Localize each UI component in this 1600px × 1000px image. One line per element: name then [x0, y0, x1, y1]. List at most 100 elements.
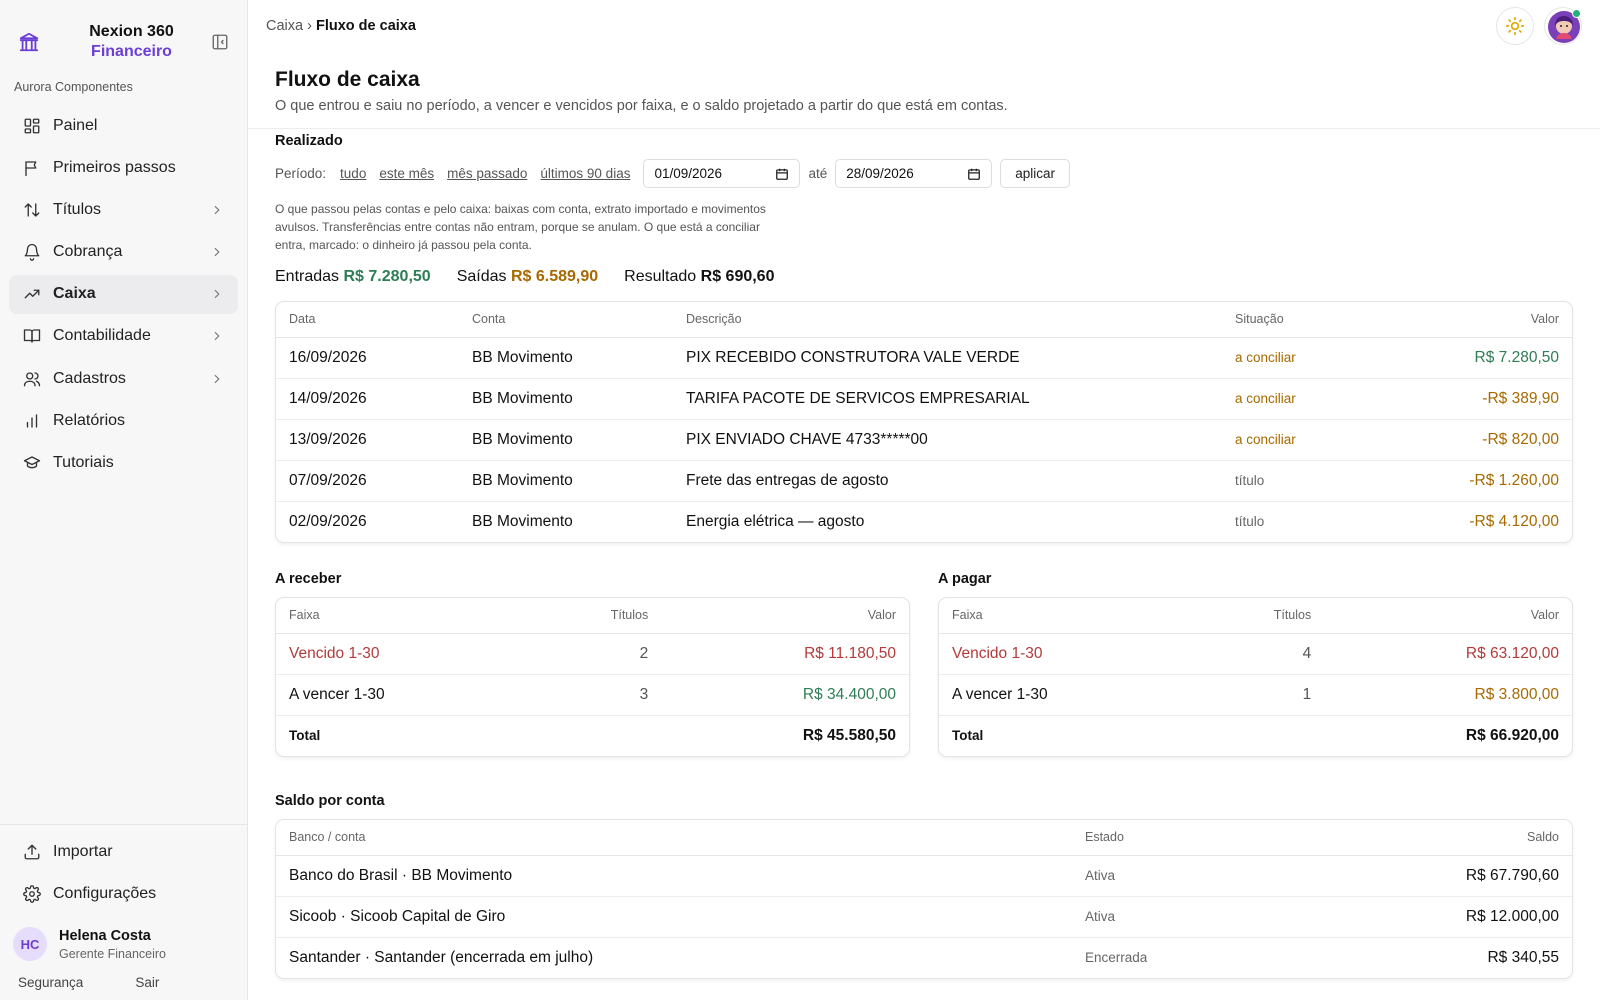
sidebar-item-primeiros-passos[interactable]: Primeiros passos — [9, 148, 238, 187]
table-row[interactable]: 02/09/2026 BB Movimento Energia elétrica —… — [276, 501, 1572, 542]
col-count: Títulos — [529, 598, 662, 634]
sidebar-item-label: Cobrança — [53, 243, 123, 261]
breadcrumb-parent[interactable]: Caixa — [266, 18, 303, 34]
total-row: Total R$ 45.580,50 — [276, 715, 909, 756]
cell-value: R$ 63.120,00 — [1324, 633, 1572, 675]
bar-chart-icon — [26, 414, 38, 428]
table-row[interactable]: Banco do Brasil · BB Movimento Ativa R$ 67… — [276, 855, 1572, 897]
security-link[interactable]: Segurança — [18, 975, 83, 990]
page-subtitle: O que entrou e saiu no período, a vencer… — [275, 98, 1008, 114]
cell-account: BB Movimento — [459, 460, 673, 502]
user-links: Segurança Sair — [9, 969, 238, 990]
balance-table: Banco / conta Estado Saldo Banco do Bras… — [276, 820, 1572, 978]
user-avatar: HC — [13, 927, 47, 961]
total-out-label: Saídas — [456, 268, 507, 285]
balance-body: Banco do Brasil · BB Movimento Ativa R$ 67… — [276, 855, 1572, 978]
table-row[interactable]: 14/09/2026 BB Movimento TARIFA PACOTE DE S… — [276, 378, 1572, 420]
table-row[interactable]: 16/09/2026 BB Movimento PIX RECEBIDO CONST… — [276, 337, 1572, 379]
receivables-card: Faixa Títulos Valor Vencido 1-30 2 R$ 11.1… — [275, 597, 910, 757]
cell-value: R$ 7.280,50 — [1412, 337, 1572, 379]
page-content: Realizado Período: tudo este mês mês pas… — [248, 133, 1600, 979]
total-spacer — [1192, 715, 1324, 756]
col-value[interactable]: Valor — [1412, 302, 1572, 338]
total-label: Total — [289, 728, 321, 744]
profile-avatar[interactable] — [1544, 6, 1582, 45]
col-status[interactable]: Situação — [1222, 302, 1412, 338]
cell-account: BB Movimento — [472, 512, 573, 530]
col-account[interactable]: Conta — [459, 302, 673, 338]
sidebar-item-label: Primeiros passos — [53, 158, 176, 176]
table-row[interactable]: Sicoob · Sicoob Capital de Giro Ativa R$ 1… — [276, 896, 1572, 938]
total-in: Entradas R$ 7.280,50 — [275, 268, 431, 286]
balance-title: Saldo por conta — [275, 793, 385, 809]
sidebar-item-importar[interactable]: Importar — [9, 833, 238, 872]
online-status-dot — [1572, 8, 1581, 18]
period-last-month-link[interactable]: mês passado — [447, 166, 527, 181]
brand-sub: Financeiro — [91, 43, 172, 60]
sidebar-item-relatorios[interactable]: Relatórios — [9, 401, 238, 440]
col-value: Valor — [661, 598, 909, 634]
table-row[interactable]: Santander · Santander (encerrada em julh… — [276, 937, 1572, 978]
sidebar-item-label: Caixa — [53, 285, 96, 303]
period-last-90-link[interactable]: últimos 90 dias — [540, 166, 630, 181]
date-to-input[interactable]: 28/09/2026 — [835, 159, 993, 188]
sidebar: Nexion 360 Financeiro Aurora Componentes… — [0, 0, 248, 1000]
cell-balance: R$ 340,55 — [1487, 948, 1559, 966]
sidebar-item-label: Painel — [53, 116, 98, 134]
total-result-value: R$ 690,60 — [700, 268, 775, 285]
sidebar-item-titulos[interactable]: Títulos — [9, 190, 238, 229]
period-this-month-link[interactable]: este mês — [379, 166, 434, 181]
apply-button[interactable]: aplicar — [1000, 159, 1071, 188]
calendar-icon — [776, 168, 789, 180]
graduation-cap-icon — [23, 456, 41, 469]
sidebar-item-cobranca[interactable]: Cobrança — [9, 233, 238, 272]
col-balance: Saldo — [1372, 820, 1572, 856]
table-row[interactable]: Vencido 1-30 4 R$ 63.120,00 — [939, 633, 1572, 675]
table-row[interactable]: A vencer 1-30 1 R$ 3.800,00 — [939, 674, 1572, 716]
breadcrumb-current: Fluxo de caixa — [315, 17, 416, 34]
sun-icon — [1505, 16, 1525, 35]
cell-value: R$ 11.180,50 — [661, 633, 909, 675]
col-count: Títulos — [1192, 598, 1325, 634]
table-row[interactable]: A vencer 1-30 3 R$ 34.400,00 — [276, 674, 909, 716]
cell-account: BB Movimento — [459, 378, 673, 420]
realizado-note: O que passou pelas contas e pelo caixa: … — [275, 202, 766, 252]
chevron-right-icon — [214, 374, 220, 383]
sidebar-item-cadastros[interactable]: Cadastros — [9, 359, 238, 398]
cell-value: -R$ 389,90 — [1412, 378, 1572, 420]
book-icon — [23, 329, 41, 344]
table-row[interactable]: Vencido 1-30 2 R$ 11.180,50 — [276, 633, 909, 675]
chevron-right-icon — [214, 332, 220, 341]
period-label: Período: — [275, 166, 327, 181]
table-row[interactable]: 13/09/2026 BB Movimento PIX ENVIADO CHAVE … — [276, 419, 1572, 461]
date-from-input[interactable]: 01/09/2026 — [643, 159, 801, 188]
aging-section: A receber Faixa Títulos Valor Vencido 1-… — [275, 571, 1573, 757]
sidebar-item-caixa[interactable]: Caixa — [9, 274, 238, 314]
logout-link[interactable]: Sair — [135, 975, 159, 990]
table-row[interactable]: 07/09/2026 BB Movimento Frete das entregas… — [276, 460, 1572, 502]
period-filter: Período: tudo este mês mês passado últim… — [275, 159, 1573, 188]
sidebar-item-contabilidade[interactable]: Contabilidade — [9, 317, 238, 356]
user-card[interactable]: HC Helena Costa Gerente Financeiro — [9, 917, 238, 969]
sidebar-collapse-icon — [212, 34, 228, 50]
users-icon — [23, 371, 41, 387]
period-all-link[interactable]: tudo — [340, 166, 366, 181]
date-from-value: 01/09/2026 — [654, 166, 723, 181]
cell-status: título — [1222, 460, 1412, 502]
sidebar-item-painel[interactable]: Painel — [9, 106, 238, 145]
table-header-row: Faixa Títulos Valor — [276, 598, 909, 634]
col-description[interactable]: Descrição — [673, 302, 1222, 338]
bell-icon — [24, 243, 40, 261]
sidebar-item-tutoriais[interactable]: Tutoriais — [9, 444, 238, 483]
col-date[interactable]: Data — [276, 302, 459, 338]
sidebar-item-configuracoes[interactable]: Configurações — [9, 875, 238, 914]
sidebar-item-label: Configurações — [53, 885, 157, 903]
cell-description: PIX ENVIADO CHAVE 4733*****00 — [673, 419, 1222, 461]
receivables-title: A receber — [275, 571, 342, 587]
theme-toggle-button[interactable] — [1496, 6, 1534, 45]
cell-status: a conciliar — [1222, 337, 1412, 379]
collapse-sidebar-button[interactable] — [209, 31, 231, 53]
bank-icon — [19, 32, 39, 52]
total-label: Total — [952, 728, 984, 744]
until-label: até — [808, 166, 828, 181]
